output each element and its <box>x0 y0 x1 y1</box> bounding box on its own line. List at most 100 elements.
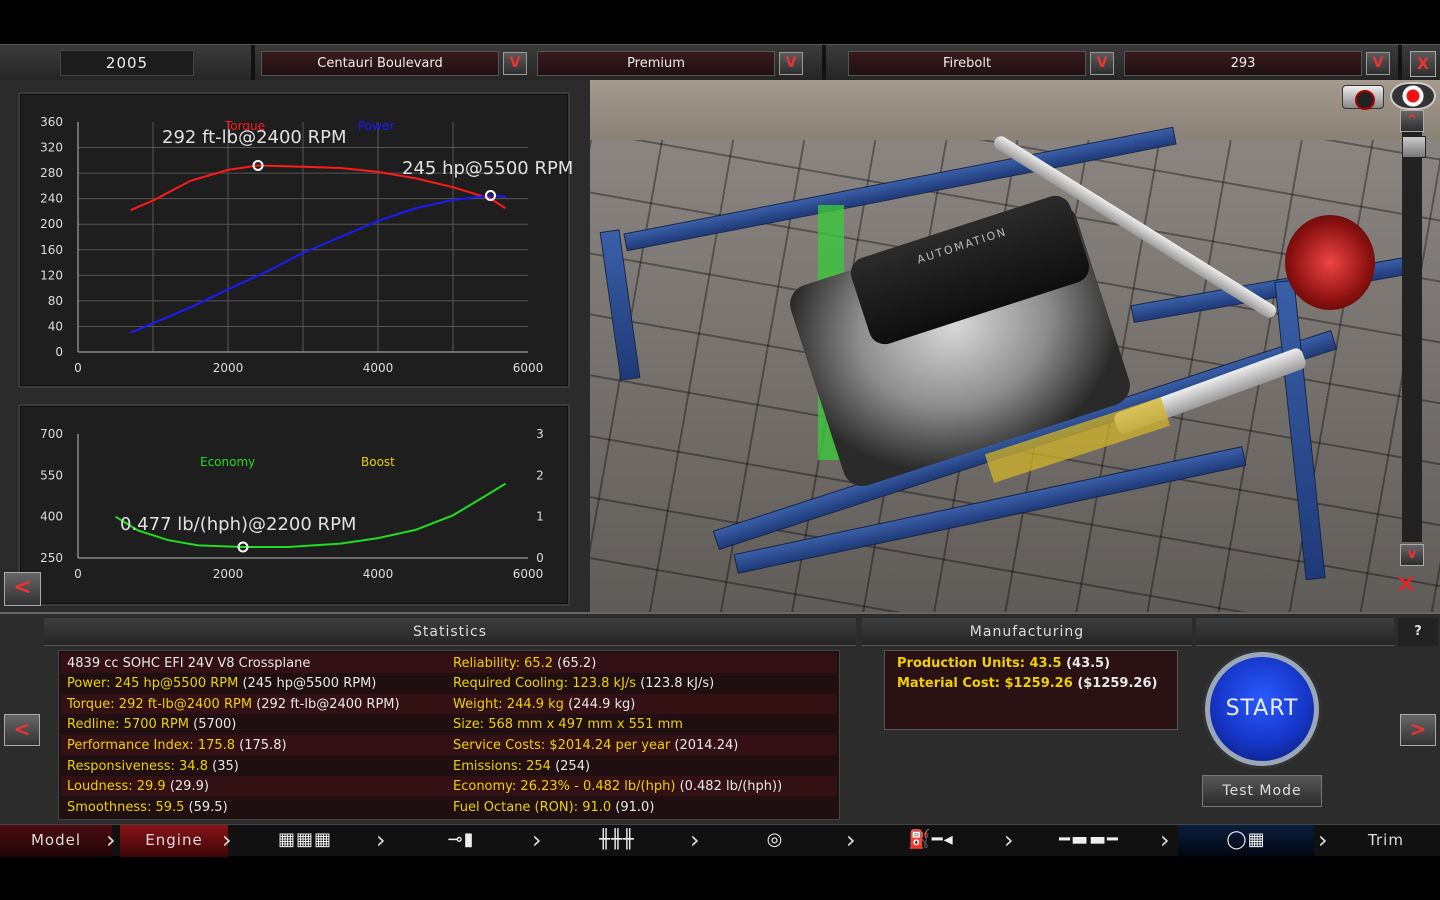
fuel-icon: ⛽━◂ <box>908 829 954 850</box>
intake-icon: ╫╫╫ <box>599 829 635 850</box>
legend-economy: Economy <box>200 455 255 469</box>
designer-nav-bar: Model › Engine › ▦▦▦ › ⊸▮ › ╫╫╫ › ◎ › ⛽━… <box>0 824 1440 857</box>
chevron-right-icon: › <box>690 826 700 854</box>
y-tick-label: 400 <box>40 510 63 524</box>
scroll-up-button[interactable]: ^ <box>1400 110 1424 132</box>
stat-reliability: Reliability: 65.2 (65.2) <box>453 656 597 671</box>
mfg-material-cost: Material Cost: $1259.26 ($1259.26) <box>897 676 1158 691</box>
power-series-line <box>130 194 506 334</box>
nav-fuel[interactable]: ⛽━◂ <box>866 825 996 857</box>
exhaust-icon: ━▬▬━ <box>1059 829 1119 850</box>
chevron-right-icon: › <box>1004 826 1014 854</box>
stat-torque: Torque: 292 ft-lb@2400 RPM (292 ft-lb@24… <box>67 697 400 712</box>
nav-exhaust[interactable]: ━▬▬━ <box>1024 825 1154 857</box>
stat-required-cooling: Required Cooling: 123.8 kJ/s (123.8 kJ/s… <box>453 676 715 691</box>
divider <box>251 45 255 81</box>
nav-model[interactable]: Model <box>0 825 112 857</box>
turbo-icon: ◎ <box>766 829 784 850</box>
y-tick-label: 700 <box>40 427 63 441</box>
y-tick-label: 250 <box>40 551 63 565</box>
stat-service-costs: Service Costs: $2014.24 per year (2014.2… <box>453 738 739 753</box>
dyno-icon: ◯▦ <box>1226 829 1266 850</box>
variant-dropdown-button[interactable]: V <box>779 52 803 75</box>
chevron-right-icon: › <box>106 826 116 854</box>
stat-smoothness: Smoothness: 59.5 (59.5) <box>67 800 228 815</box>
actions-header <box>1196 618 1394 646</box>
y-tick-label: 80 <box>48 294 63 308</box>
x-tick-label: 6000 <box>513 567 544 581</box>
close-button[interactable]: X <box>1410 51 1436 77</box>
view-scrollbar[interactable]: ^ v <box>1400 108 1426 568</box>
start-button[interactable]: START <box>1205 652 1319 766</box>
dyno-flywheel <box>1285 215 1375 310</box>
chevron-right-icon: › <box>1318 826 1328 854</box>
y-tick-label: 240 <box>40 192 63 206</box>
block-icon: ▦▦▦ <box>277 829 333 850</box>
nav-trim[interactable]: Trim <box>1336 825 1436 857</box>
x-tick-label: 2000 <box>213 361 244 375</box>
chevron-right-icon: › <box>532 826 542 854</box>
graph-back-button[interactable]: < <box>4 572 41 606</box>
bottom-panel: Statistics Manufacturing ? < 4839 cc SOH… <box>0 612 1440 824</box>
stat-emissions: Emissions: 254 (254) <box>453 759 591 774</box>
chevron-right-icon: › <box>1160 826 1170 854</box>
statistics-header: Statistics <box>44 618 856 646</box>
y-right-tick-label: 3 <box>536 427 544 441</box>
stat-power: Power: 245 hp@5500 RPM (245 hp@5500 RPM) <box>67 676 377 691</box>
chevron-right-icon: › <box>222 826 232 854</box>
divider <box>1398 45 1402 81</box>
y-tick-label: 320 <box>40 141 63 155</box>
legend-boost: Boost <box>361 455 395 469</box>
trim-dropdown[interactable]: 293 <box>1124 51 1362 76</box>
stat-loudness: Loudness: 29.9 (29.9) <box>67 779 209 794</box>
nav-dyno[interactable]: ◯▦ <box>1178 825 1314 857</box>
x-tick-label: 0 <box>74 361 82 375</box>
x-tick-label: 4000 <box>363 361 394 375</box>
x-tick-label: 6000 <box>513 361 544 375</box>
stat-engine-description: 4839 cc SOHC EFI 24V V8 Crossplane <box>67 656 311 671</box>
next-page-button[interactable]: > <box>1400 714 1436 746</box>
head-icon: ⊸▮ <box>447 829 475 850</box>
engine-viewport[interactable]: AUTOMATION ^ v ✕ <box>590 80 1440 612</box>
top-bar: 2005 Centauri Boulevard V Premium V Fire… <box>0 44 1440 81</box>
scroll-track[interactable] <box>1402 132 1426 542</box>
prev-page-button[interactable]: < <box>4 714 40 746</box>
power-torque-chart: 360 320 280 240 200 160 120 80 40 0 0 2000 4000 6000… <box>40 115 572 375</box>
y-right-tick-label: 0 <box>536 551 544 565</box>
scroll-thumb[interactable] <box>1402 136 1426 158</box>
y-tick-label: 160 <box>40 243 63 257</box>
torque-peak-label: 292 ft-lb@2400 RPM <box>162 127 347 148</box>
power-torque-graph: 360 320 280 240 200 160 120 80 40 0 0 2000 4000 6000… <box>18 92 572 388</box>
nav-intake[interactable]: ╫╫╫ <box>552 825 682 857</box>
model-dropdown[interactable]: Firebolt <box>848 51 1086 76</box>
stat-fuel-octane: Fuel Octane (RON): 91.0 (91.0) <box>453 800 655 815</box>
camera-icon[interactable] <box>1342 85 1384 110</box>
y-tick-label: 360 <box>40 115 63 129</box>
nav-head[interactable]: ⊸▮ <box>396 825 526 857</box>
eye-icon[interactable] <box>1390 82 1436 110</box>
model-dropdown-button[interactable]: V <box>1090 52 1114 75</box>
nav-engine[interactable]: Engine <box>120 825 228 857</box>
nav-block[interactable]: ▦▦▦ <box>240 825 370 857</box>
family-dropdown-button[interactable]: V <box>503 52 527 75</box>
y-right-tick-label: 2 <box>536 468 544 482</box>
trim-dropdown-button[interactable]: V <box>1366 52 1390 75</box>
y-tick-label: 120 <box>40 268 63 282</box>
stat-economy: Economy: 26.23% - 0.482 lb/(hph) (0.482 … <box>453 779 783 794</box>
graph-panel: 360 320 280 240 200 160 120 80 40 0 0 2000 4000 6000… <box>0 80 590 612</box>
scroll-down-button[interactable]: v <box>1400 544 1424 566</box>
reset-view-icon[interactable]: ✕ <box>1384 570 1428 600</box>
nav-turbo[interactable]: ◎ <box>710 825 840 857</box>
help-button[interactable]: ? <box>1398 618 1438 646</box>
economy-boost-chart: 700550400250 3210 0 2000 4000 6000 Economy … <box>40 427 544 581</box>
variant-dropdown[interactable]: Premium <box>537 51 775 76</box>
y-tick-label: 200 <box>40 217 63 231</box>
economy-peak-label: 0.477 lb/(hph)@2200 RPM <box>120 514 356 535</box>
manufacturing-box: Production Units: 43.5 (43.5) Material C… <box>884 650 1178 730</box>
family-dropdown[interactable]: Centauri Boulevard <box>261 51 499 76</box>
year-display[interactable]: 2005 <box>60 50 194 76</box>
y-right-tick-label: 1 <box>536 510 544 524</box>
test-mode-button[interactable]: Test Mode <box>1202 775 1322 807</box>
y-tick-label: 280 <box>40 166 63 180</box>
y-tick-label: 0 <box>55 345 63 359</box>
